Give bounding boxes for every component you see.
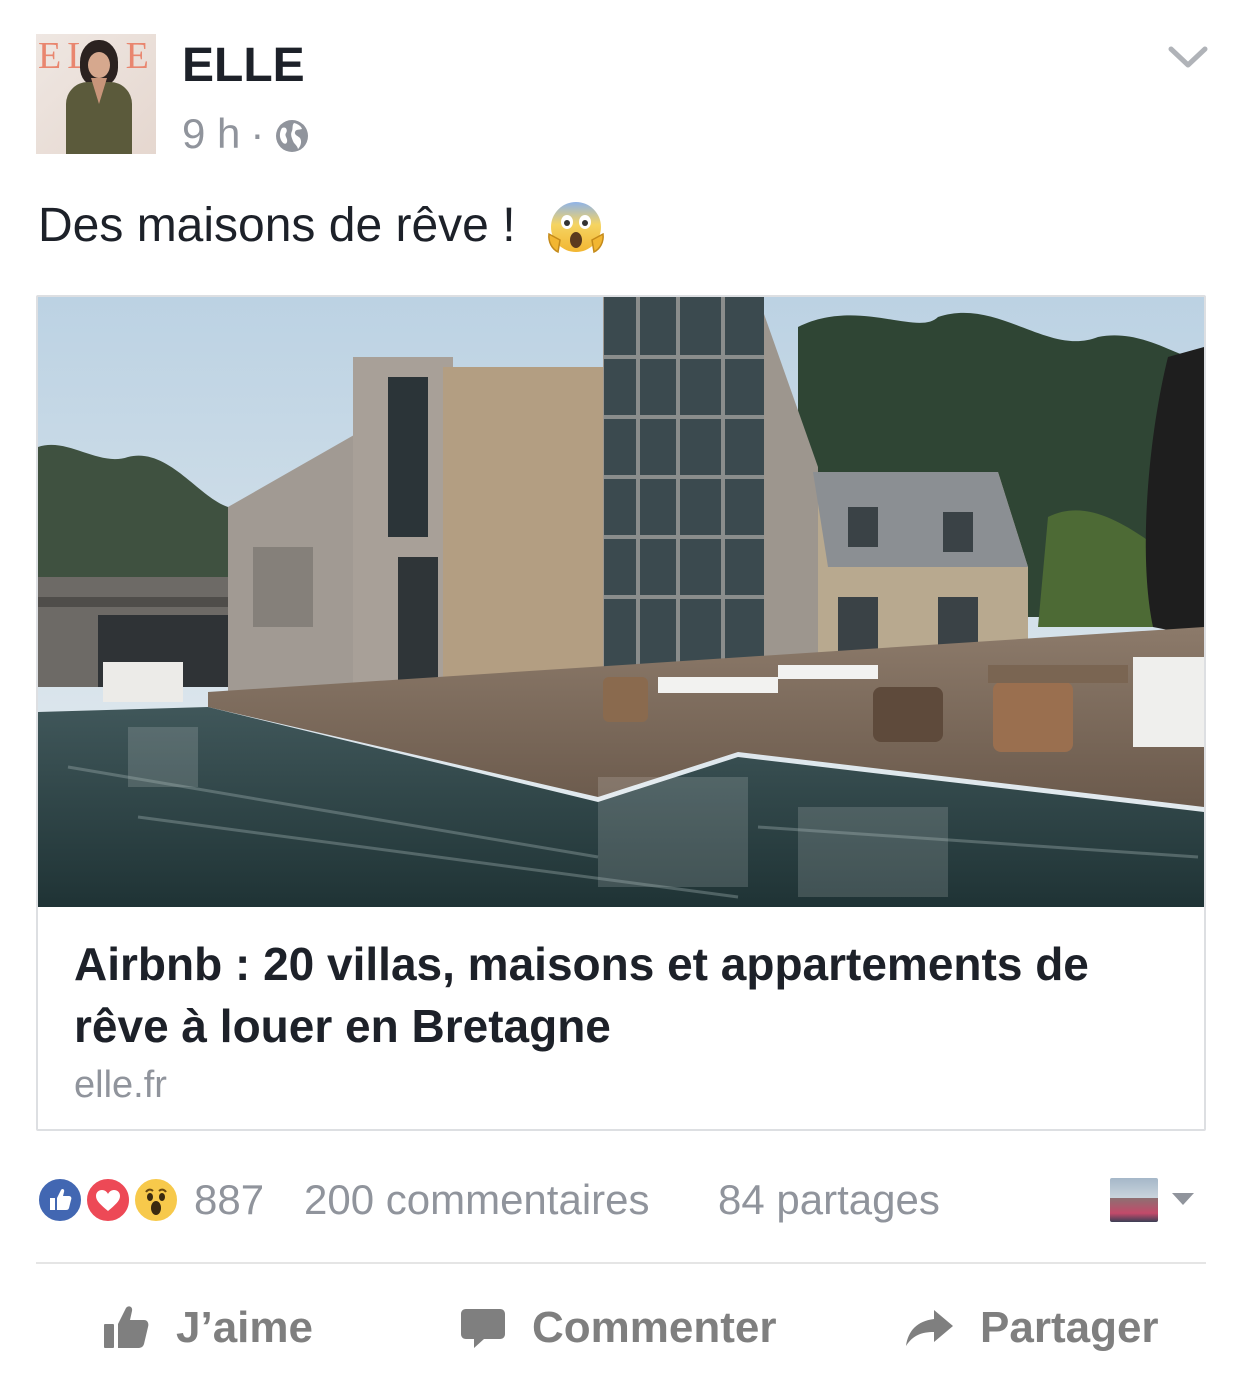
share-button[interactable]: Partager [904, 1286, 1159, 1370]
post-timestamp[interactable]: 9 h [182, 110, 240, 158]
link-preview-body[interactable]: Airbnb : 20 villas, maisons et apparteme… [38, 907, 1204, 1109]
comment-count[interactable]: 200 commentaires [304, 1174, 650, 1226]
post-message: Des maisons de rêve ! [38, 196, 606, 256]
actions-divider [36, 1262, 1206, 1264]
like-button[interactable]: J’aime [102, 1286, 313, 1370]
reaction-icons[interactable] [36, 1176, 186, 1224]
link-preview-image[interactable] [38, 297, 1204, 907]
wow-reaction-icon [132, 1176, 180, 1224]
love-reaction-icon [84, 1176, 132, 1224]
meta-separator: · [250, 110, 265, 157]
comment-button[interactable]: Commenter [460, 1286, 777, 1370]
like-reaction-icon [36, 1176, 84, 1224]
page-name-link[interactable]: ELLE [182, 40, 305, 92]
page-avatar[interactable]: ELLE [36, 34, 156, 154]
share-arrow-icon [904, 1308, 954, 1348]
speech-bubble-icon [460, 1305, 506, 1351]
globe-icon [274, 116, 310, 152]
reaction-count[interactable]: 887 [194, 1174, 264, 1226]
viewer-chevron-down-icon[interactable] [1170, 1190, 1196, 1208]
share-count[interactable]: 84 partages [718, 1174, 940, 1226]
share-label: Partager [980, 1303, 1159, 1352]
post-action-bar: J’aime Commenter Partager [36, 1286, 1206, 1370]
face-screaming-in-fear-emoji-icon [546, 196, 606, 256]
viewer-avatar[interactable] [1110, 1178, 1158, 1222]
like-label: J’aime [176, 1303, 313, 1352]
post-meta: 9 h · [182, 110, 310, 158]
link-preview-card[interactable]: Airbnb : 20 villas, maisons et apparteme… [36, 295, 1206, 1131]
link-title[interactable]: Airbnb : 20 villas, maisons et apparteme… [74, 933, 1168, 1057]
reactions-summary: 887 200 commentaires 84 partages [36, 1172, 1206, 1228]
link-domain: elle.fr [74, 1064, 167, 1106]
comment-label: Commenter [532, 1303, 777, 1352]
facebook-post: ELLE ELLE 9 h · Des maisons de rêve ! [0, 0, 1242, 1384]
thumbs-up-icon [102, 1304, 150, 1352]
avatar-figure-face [88, 52, 110, 78]
chevron-down-icon[interactable] [1166, 42, 1210, 72]
post-message-text: Des maisons de rêve ! [38, 199, 516, 252]
